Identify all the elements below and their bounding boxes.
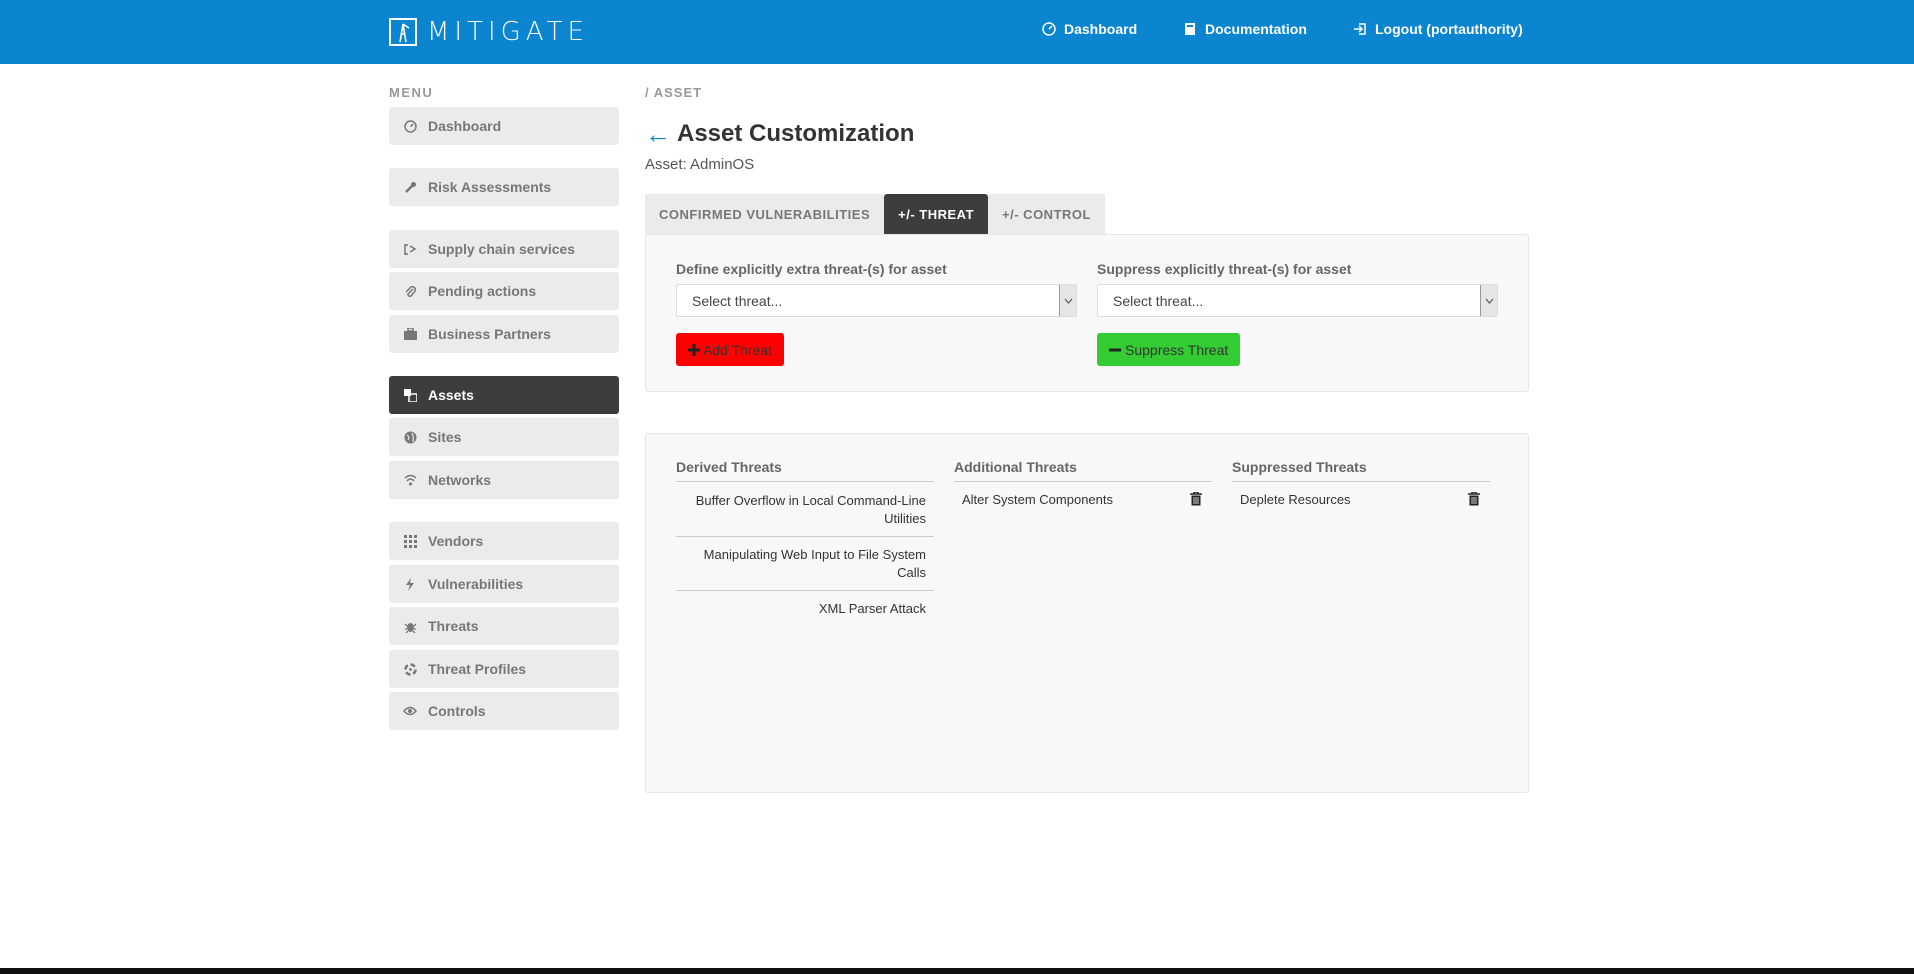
breadcrumb[interactable]: / ASSET bbox=[645, 85, 702, 100]
sidebar-item-controls[interactable]: Controls bbox=[389, 692, 619, 730]
sidebar-item-threats[interactable]: Threats bbox=[389, 607, 619, 645]
minus-icon bbox=[1109, 348, 1121, 351]
tab-control[interactable]: +/- CONTROL bbox=[988, 194, 1105, 234]
sidebar-item-label: Threats bbox=[428, 618, 479, 634]
wifi-icon bbox=[403, 473, 417, 487]
plus-icon bbox=[688, 343, 700, 356]
sidebar-item-label: Networks bbox=[428, 472, 492, 488]
biohazard-icon bbox=[403, 662, 417, 676]
brand-name: MITIGATE bbox=[427, 17, 589, 47]
bug-icon bbox=[403, 619, 417, 633]
eye-icon bbox=[403, 704, 417, 718]
define-threat-label: Define explicitly extra threat-(s) for a… bbox=[676, 261, 947, 277]
bolt-icon bbox=[403, 577, 417, 591]
paperclip-icon bbox=[403, 284, 417, 298]
tab-confirmed-vulnerabilities[interactable]: CONFIRMED VULNERABILITIES bbox=[645, 194, 885, 234]
taskbar-strip bbox=[0, 968, 1914, 974]
back-arrow-icon[interactable]: ← bbox=[645, 121, 671, 147]
add-threat-button[interactable]: Add Threat bbox=[676, 333, 785, 366]
mitigate-logo-icon bbox=[389, 18, 417, 46]
wrench-icon bbox=[403, 180, 417, 194]
nav-dashboard-link[interactable]: Dashboard bbox=[1042, 21, 1137, 37]
sidebar-item-label: Controls bbox=[428, 703, 486, 719]
suppress-threat-select[interactable]: Select threat... bbox=[1097, 284, 1498, 317]
nav-documentation-label: Documentation bbox=[1205, 21, 1307, 37]
suppress-threat-button[interactable]: Suppress Threat bbox=[1097, 333, 1241, 366]
nav-dashboard-label: Dashboard bbox=[1064, 21, 1138, 37]
suppress-threat-select-value: Select threat... bbox=[1113, 292, 1204, 309]
define-threat-select[interactable]: Select threat... bbox=[676, 284, 1077, 317]
chevron-down-icon[interactable] bbox=[1059, 285, 1076, 316]
sidebar-item-pending-actions[interactable]: Pending actions bbox=[389, 272, 619, 310]
list-item: Deplete Resources bbox=[1240, 492, 1351, 507]
sidebar-item-label: Dashboard bbox=[428, 118, 502, 134]
sidebar-item-vulnerabilities[interactable]: Vulnerabilities bbox=[389, 565, 619, 603]
sidebar-item-label: Supply chain services bbox=[428, 241, 576, 257]
suppress-threat-label: Suppress explicitly threat-(s) for asset bbox=[1097, 261, 1352, 277]
additional-threats-heading: Additional Threats bbox=[954, 459, 1212, 482]
asset-name: Asset: AdminOS bbox=[645, 156, 755, 173]
suppress-threat-button-label: Suppress Threat bbox=[1125, 341, 1229, 358]
menu-label: MENU bbox=[389, 85, 434, 100]
sidebar-item-business-partners[interactable]: Business Partners bbox=[389, 315, 619, 353]
list-item: Alter System Components bbox=[962, 492, 1114, 507]
derived-threats-heading: Derived Threats bbox=[676, 459, 934, 482]
define-threat-select-value: Select threat... bbox=[692, 292, 783, 309]
briefcase-icon bbox=[403, 327, 417, 341]
tab-bar: CONFIRMED VULNERABILITIES +/- THREAT +/-… bbox=[645, 194, 1105, 234]
grid-icon bbox=[403, 534, 417, 548]
sidebar-item-assets[interactable]: Assets bbox=[389, 376, 619, 414]
sidebar-item-label: Threat Profiles bbox=[428, 661, 527, 677]
page-title: Asset Customization bbox=[677, 120, 915, 147]
sidebar-item-dashboard[interactable]: Dashboard bbox=[389, 107, 619, 145]
sidebar-item-label: Business Partners bbox=[428, 326, 551, 342]
trash-icon[interactable] bbox=[1468, 492, 1480, 506]
sidebar-item-label: Sites bbox=[428, 429, 462, 445]
list-item: XML Parser Attack bbox=[676, 600, 934, 618]
sidebar-item-sites[interactable]: Sites bbox=[389, 418, 619, 456]
divider bbox=[676, 536, 934, 537]
sidebar-item-networks[interactable]: Networks bbox=[389, 461, 619, 499]
list-item-line: Buffer Overflow in Local Command-Line bbox=[695, 493, 926, 508]
suppressed-threats-heading: Suppressed Threats bbox=[1232, 459, 1490, 482]
list-item: Manipulating Web Input to File System Ca… bbox=[676, 546, 934, 582]
globe-icon bbox=[403, 430, 417, 444]
logout-icon bbox=[1354, 23, 1366, 35]
list-item-line: Manipulating Web Input to File System bbox=[703, 547, 926, 562]
list-item-line: Calls bbox=[897, 565, 926, 580]
nav-logout-label: Logout (portauthority) bbox=[1375, 21, 1523, 37]
dashboard-icon bbox=[1042, 22, 1056, 36]
dashboard-icon bbox=[403, 119, 417, 133]
sidebar-item-vendors[interactable]: Vendors bbox=[389, 522, 619, 560]
sidebar-item-label: Pending actions bbox=[428, 283, 537, 299]
sidebar-item-risk-assessments[interactable]: Risk Assessments bbox=[389, 168, 619, 206]
sidebar-item-label: Risk Assessments bbox=[428, 179, 552, 195]
top-navbar: MITIGATE Dashboard Documentation Logout … bbox=[0, 0, 1914, 64]
supply-chain-icon bbox=[403, 242, 417, 256]
book-icon bbox=[1185, 23, 1195, 35]
list-item-line: Utilities bbox=[884, 511, 926, 526]
page-title-row: ← Asset Customization bbox=[645, 120, 914, 148]
divider bbox=[676, 590, 934, 591]
sidebar-item-label: Vendors bbox=[428, 533, 484, 549]
sidebar-item-label: Vulnerabilities bbox=[428, 576, 524, 592]
sidebar-item-supply-chain-services[interactable]: Supply chain services bbox=[389, 230, 619, 268]
list-item: Buffer Overflow in Local Command-Line Ut… bbox=[676, 492, 934, 528]
sidebar-item-label: Assets bbox=[428, 387, 474, 403]
trash-icon[interactable] bbox=[1190, 492, 1202, 506]
sidebar-item-threat-profiles[interactable]: Threat Profiles bbox=[389, 650, 619, 688]
nav-logout-link[interactable]: Logout (portauthority) bbox=[1353, 21, 1523, 37]
assets-icon bbox=[403, 388, 417, 402]
tab-threat[interactable]: +/- THREAT bbox=[884, 194, 989, 234]
list-item-line: XML Parser Attack bbox=[818, 601, 926, 616]
brand-logo[interactable]: MITIGATE bbox=[389, 16, 589, 48]
nav-documentation-link[interactable]: Documentation bbox=[1184, 21, 1307, 37]
add-threat-label: Add Threat bbox=[703, 341, 773, 358]
chevron-down-icon[interactable] bbox=[1480, 285, 1497, 316]
